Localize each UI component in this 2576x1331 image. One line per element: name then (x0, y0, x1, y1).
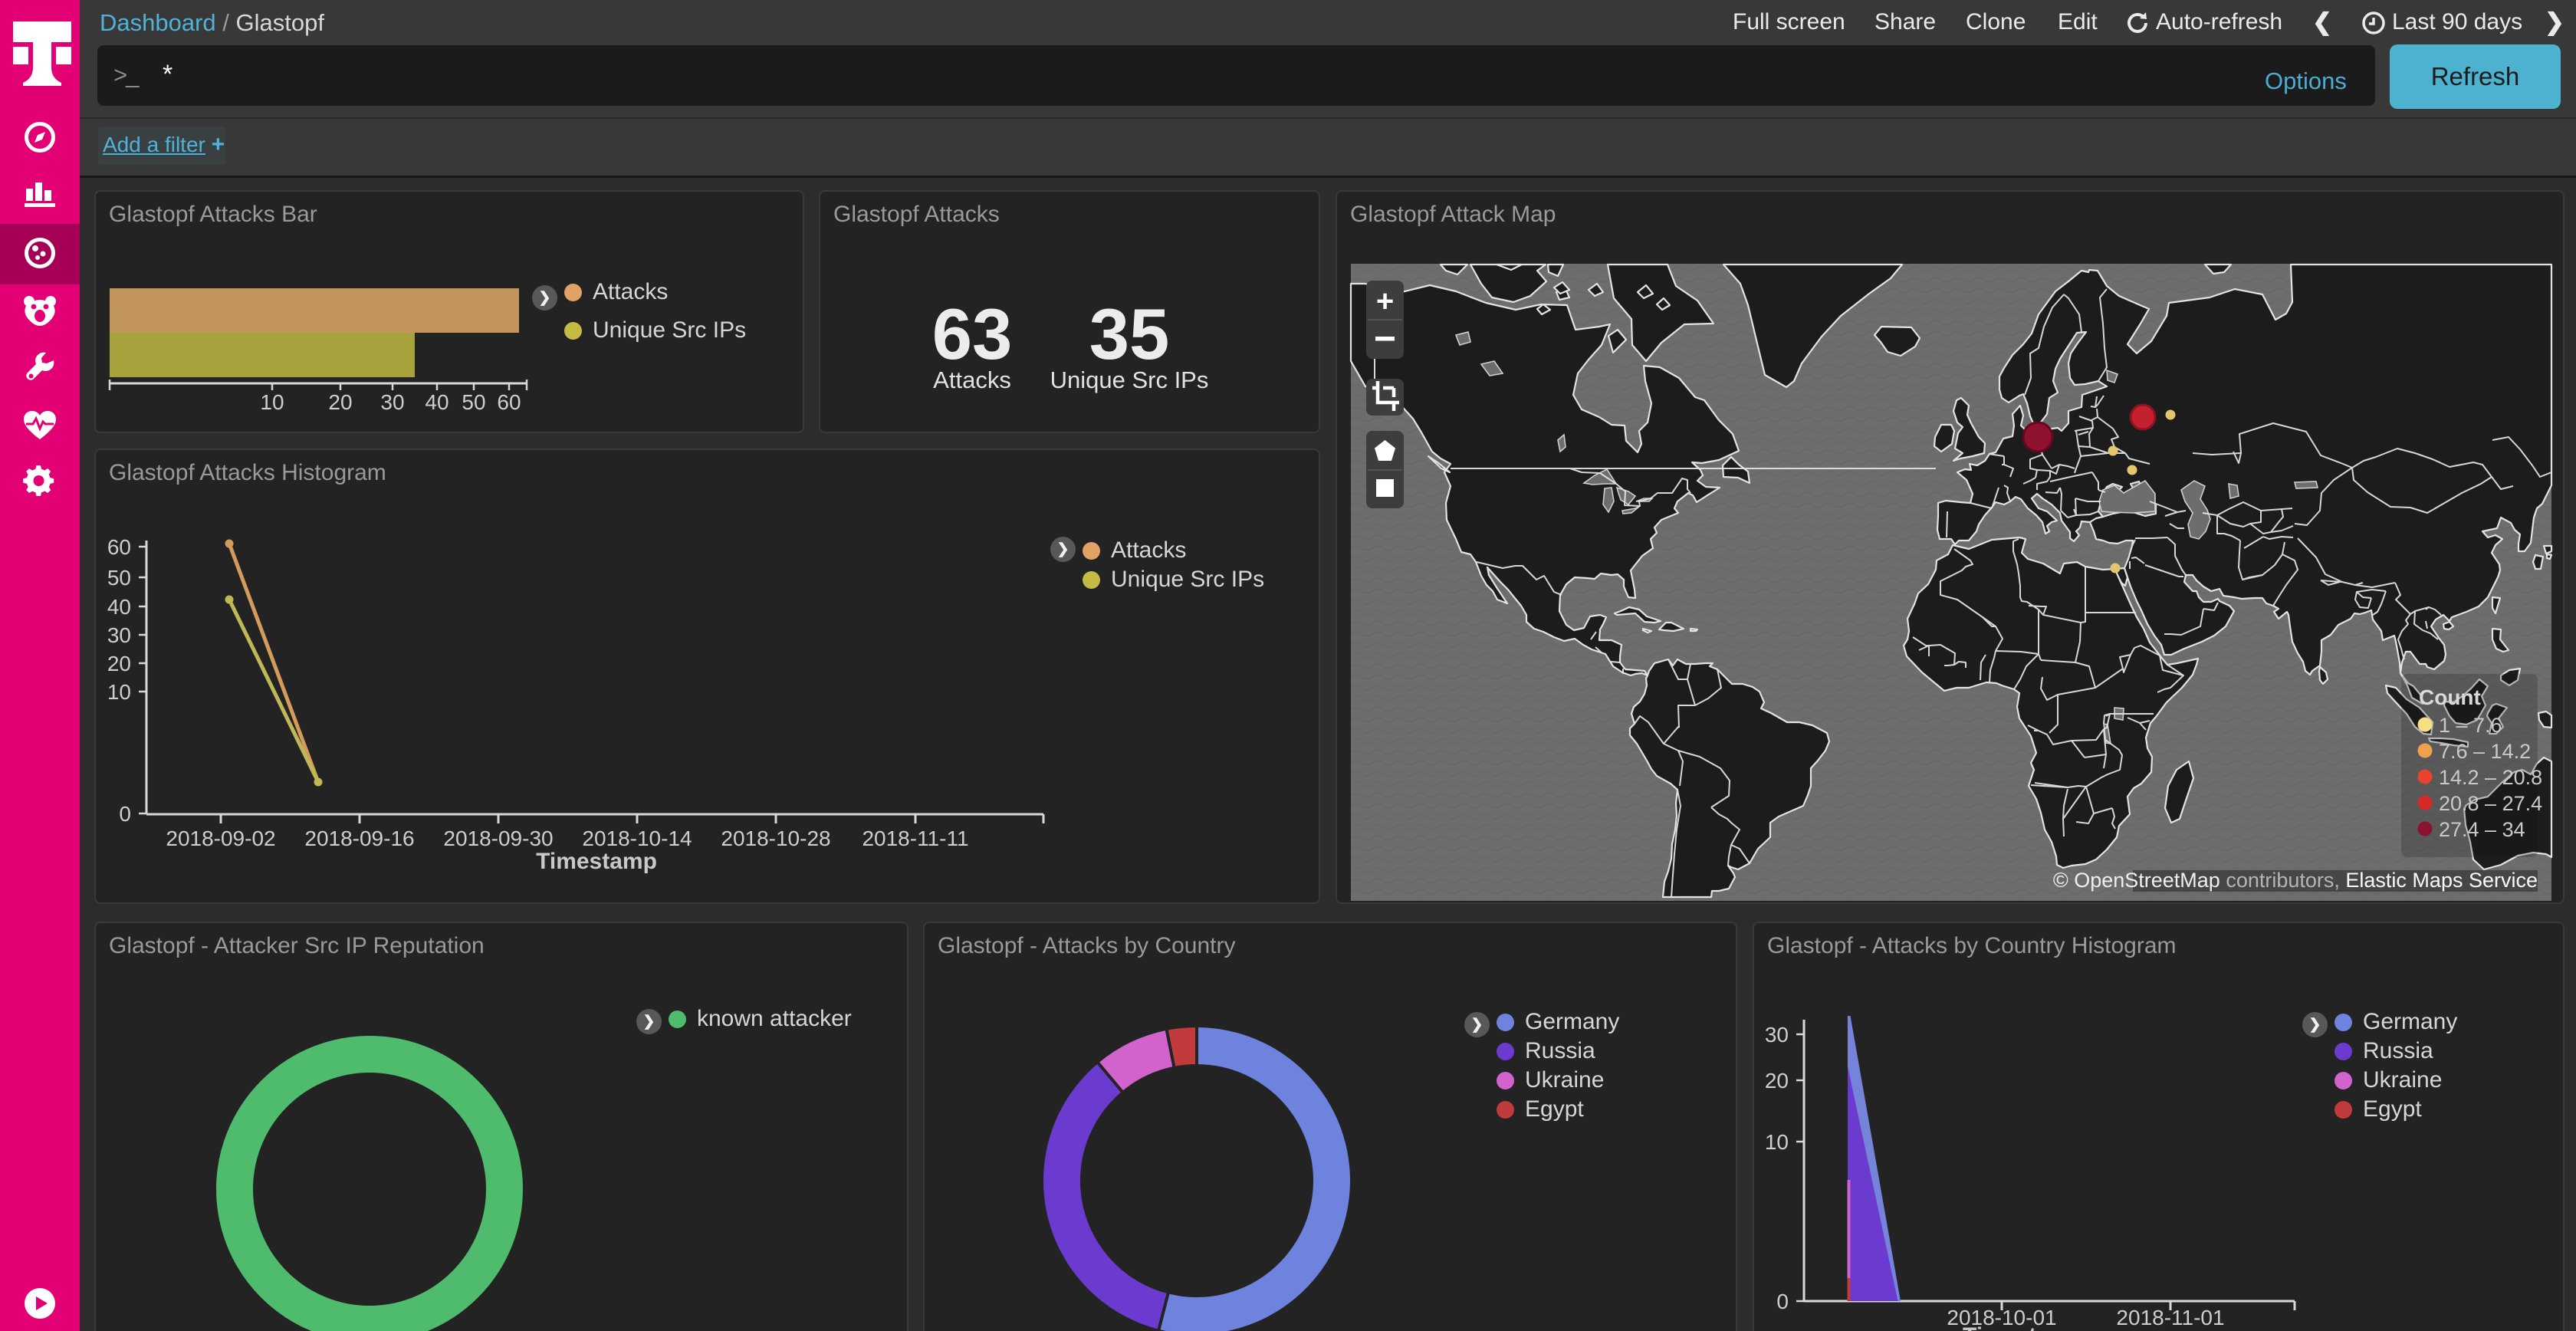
svg-text:Count: Count (2419, 685, 2481, 709)
svg-text:14.2 – 20.8: 14.2 – 20.8 (2439, 766, 2542, 789)
svg-text:30: 30 (107, 623, 131, 647)
svg-text:2018-11-11: 2018-11-11 (862, 827, 968, 850)
svg-text:20: 20 (328, 390, 352, 414)
svg-text:10: 10 (260, 390, 284, 414)
svg-text:50: 50 (107, 566, 131, 590)
svg-text:1 – 7.6: 1 – 7.6 (2439, 714, 2502, 737)
svg-text:30: 30 (380, 390, 404, 414)
svg-text:10: 10 (107, 680, 131, 704)
svg-text:40: 40 (107, 595, 131, 619)
svg-text:20.8 – 27.4: 20.8 – 27.4 (2439, 792, 2542, 815)
svg-text:0: 0 (1776, 1290, 1789, 1313)
svg-text:2018-09-02: 2018-09-02 (166, 827, 275, 850)
svg-text:20: 20 (1765, 1069, 1789, 1093)
svg-text:40: 40 (425, 390, 449, 414)
svg-text:10: 10 (1765, 1130, 1789, 1154)
svg-text:2018-10-14: 2018-10-14 (582, 827, 692, 850)
svg-text:0: 0 (119, 802, 131, 826)
svg-text:50: 50 (462, 390, 485, 414)
svg-text:30: 30 (1765, 1023, 1789, 1047)
svg-text:60: 60 (497, 390, 521, 414)
svg-text:60: 60 (107, 535, 131, 559)
svg-text:2018-09-16: 2018-09-16 (304, 827, 414, 850)
svg-text:7.6 – 14.2: 7.6 – 14.2 (2439, 740, 2531, 763)
svg-text:+: + (1376, 284, 1394, 318)
svg-text:© OpenStreetMap contributors,: © OpenStreetMap contributors, Elastic Ma… (2053, 869, 2538, 892)
svg-text:2018-11-01: 2018-11-01 (2116, 1306, 2224, 1329)
svg-text:20: 20 (107, 652, 131, 675)
svg-text:Timestamp: Timestamp (536, 849, 657, 874)
svg-text:27.4 – 34: 27.4 – 34 (2439, 818, 2525, 841)
svg-text:2018-09-30: 2018-09-30 (443, 827, 553, 850)
svg-text:2018-10-28: 2018-10-28 (721, 827, 830, 850)
